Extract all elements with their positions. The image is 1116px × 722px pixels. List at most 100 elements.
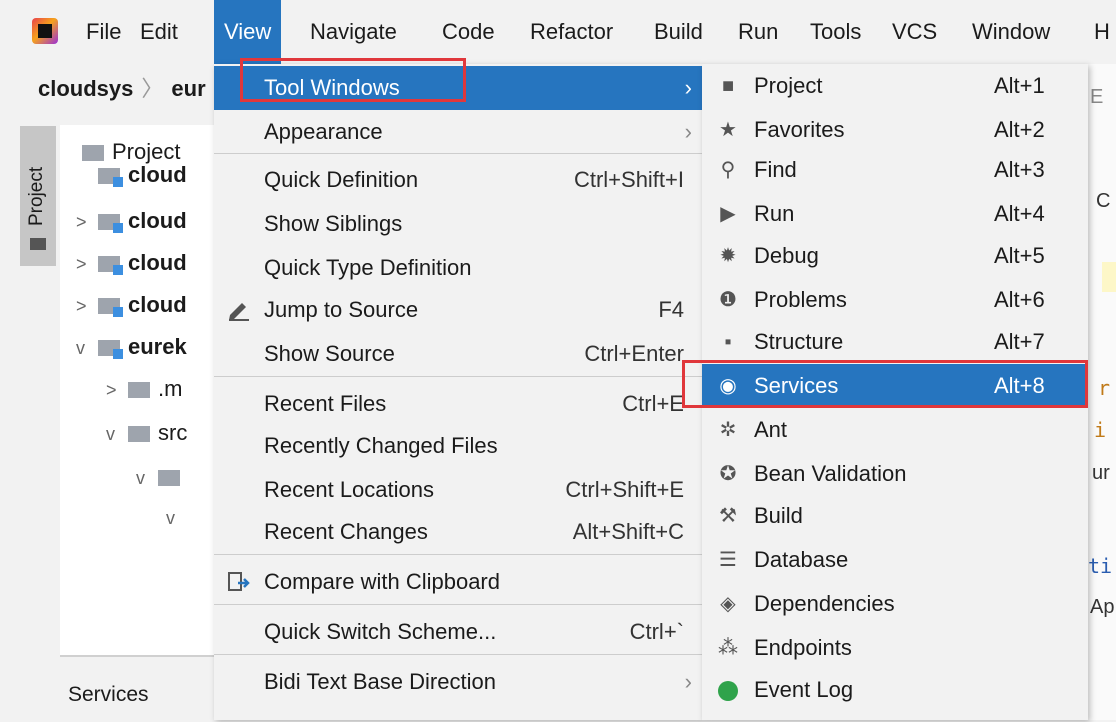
menu-item-shortcut: Alt+8 bbox=[994, 373, 1045, 398]
module-folder-icon bbox=[98, 214, 123, 234]
view-menu-item-recent-changes[interactable]: Recent Changes Alt+Shift+C bbox=[214, 510, 702, 554]
menu-navigate[interactable]: Navigate bbox=[300, 0, 407, 64]
menu-item-label: Recently Changed Files bbox=[264, 433, 498, 458]
tool-window-item-bean-validation[interactable]: ✪ Bean Validation bbox=[702, 452, 1088, 496]
menu-item-shortcut: Alt+2 bbox=[994, 117, 1045, 142]
tree-arrow[interactable]: > bbox=[76, 200, 98, 244]
tree-arrow[interactable]: > bbox=[106, 368, 128, 412]
menu-edit[interactable]: Edit bbox=[130, 0, 188, 64]
project-panel-title: Project bbox=[112, 139, 181, 164]
menu-run[interactable]: Run bbox=[728, 0, 788, 64]
tree-row[interactable]: > cloud bbox=[76, 199, 187, 243]
chevron-right-icon: › bbox=[684, 75, 692, 100]
tool-window-item-favorites[interactable]: ★ Favorites Alt+2 bbox=[702, 108, 1088, 152]
editor-fragment: r bbox=[1098, 376, 1111, 400]
tree-arrow[interactable]: v bbox=[76, 326, 98, 370]
view-menu-item-quick-type-definition[interactable]: Quick Type Definition bbox=[214, 246, 702, 290]
menu-window[interactable]: Window bbox=[962, 0, 1060, 64]
view-menu-item-show-source[interactable]: Show Source Ctrl+Enter bbox=[214, 332, 702, 376]
tool-window-item-services[interactable]: ◉ Services Alt+8 bbox=[702, 364, 1088, 408]
view-menu-item-recently-changed-files[interactable]: Recently Changed Files bbox=[214, 424, 702, 468]
menu-refactor[interactable]: Refactor bbox=[520, 0, 623, 64]
tool-window-item-endpoints[interactable]: ⁂ Endpoints bbox=[702, 626, 1088, 670]
view-menu-item-recent-locations[interactable]: Recent Locations Ctrl+Shift+E bbox=[214, 468, 702, 512]
services-tab[interactable]: Services bbox=[68, 683, 149, 707]
tool-window-item-find[interactable]: ⚲ Find Alt+3 bbox=[702, 148, 1088, 192]
view-menu-item-tool-windows[interactable]: Tool Windows › bbox=[214, 66, 702, 110]
view-menu-item-recent-files[interactable]: Recent Files Ctrl+E bbox=[214, 382, 702, 426]
tree-arrow[interactable]: v bbox=[136, 456, 158, 500]
tool-window-item-run[interactable]: ▶ Run Alt+4 bbox=[702, 192, 1088, 236]
chevron-right-icon: › bbox=[684, 119, 692, 144]
editor-fragment: ti bbox=[1088, 554, 1113, 578]
menu-item-label: Services bbox=[754, 373, 839, 398]
menu-item-label: Debug bbox=[754, 243, 819, 268]
menu-item-label: Jump to Source bbox=[264, 297, 419, 322]
folder-icon bbox=[30, 238, 46, 250]
tree-row-label: eurek bbox=[128, 334, 187, 359]
menu-build[interactable]: Build bbox=[644, 0, 713, 64]
tree-row-label: src bbox=[158, 420, 188, 445]
view-menu-item-show-siblings[interactable]: Show Siblings bbox=[214, 202, 702, 246]
compare-clipboard-icon bbox=[228, 572, 250, 591]
tool-window-item-event-log[interactable]: Event Log bbox=[702, 668, 1088, 712]
menu-item-label: Quick Switch Scheme... bbox=[264, 619, 497, 644]
tree-row[interactable]: v bbox=[136, 455, 188, 499]
menu-item-shortcut: Ctrl+` bbox=[629, 619, 684, 644]
menu-item-label: Structure bbox=[754, 329, 844, 354]
tree-row-label: .m bbox=[158, 376, 183, 401]
tree-row[interactable]: v src bbox=[106, 411, 187, 455]
editor-area[interactable]: E C r i ur ti Ap bbox=[1086, 64, 1116, 720]
tool-window-item-ant[interactable]: ✲ Ant bbox=[702, 408, 1088, 452]
tree-row[interactable]: cloud bbox=[76, 163, 187, 187]
hammer-icon: ⚒ bbox=[719, 505, 737, 527]
view-menu-popup: Tool Windows › Appearance › Quick Defini… bbox=[214, 64, 702, 720]
menu-tools[interactable]: Tools bbox=[800, 0, 871, 64]
menu-view[interactable]: View bbox=[214, 0, 282, 64]
tree-row[interactable]: > cloud bbox=[76, 241, 187, 285]
menu-item-label: Ant bbox=[754, 417, 788, 442]
warning-icon: ❶ bbox=[719, 289, 737, 311]
menu-item-label: Show Siblings bbox=[264, 211, 403, 236]
tree-arrow[interactable]: > bbox=[76, 242, 98, 286]
tree-row[interactable]: v bbox=[166, 495, 188, 539]
menu-code[interactable]: Code bbox=[432, 0, 505, 64]
editor-fragment: C bbox=[1096, 190, 1111, 212]
menu-file[interactable]: File bbox=[76, 0, 131, 64]
menu-item-label: Bean Validation bbox=[754, 461, 907, 486]
view-menu-item-appearance[interactable]: Appearance › bbox=[214, 110, 702, 154]
project-stripe-button[interactable]: Project bbox=[20, 126, 56, 266]
tool-window-item-debug[interactable]: ✹ Debug Alt+5 bbox=[702, 234, 1088, 278]
view-menu-item-quick-definition[interactable]: Quick Definition Ctrl+Shift+I bbox=[214, 158, 702, 202]
tool-window-item-project[interactable]: ■ Project Alt+1 bbox=[702, 64, 1088, 108]
tree-row[interactable]: v eurek bbox=[76, 325, 187, 369]
menu-item-label: Build bbox=[754, 503, 803, 528]
view-menu-item-compare-with-clipboard[interactable]: Compare with Clipboard bbox=[214, 560, 702, 604]
menu-vcs[interactable]: VCS bbox=[882, 0, 947, 64]
menu-item-label: Quick Type Definition bbox=[264, 255, 472, 280]
menu-item-shortcut: Ctrl+Shift+I bbox=[573, 167, 684, 192]
star-icon: ★ bbox=[719, 119, 737, 141]
project-tool-window: Project cloud > cloud > cloud > cloud v eure… bbox=[60, 125, 220, 655]
view-menu-item-jump-to-source[interactable]: Jump to Source F4 bbox=[214, 288, 702, 332]
tree-row[interactable]: > cloud bbox=[76, 283, 187, 327]
menu-item-shortcut: Alt+6 bbox=[994, 287, 1045, 312]
view-menu-item-bidi-text-base-direction[interactable]: Bidi Text Base Direction › bbox=[214, 660, 702, 704]
tool-window-item-dependencies[interactable]: ◈ Dependencies bbox=[702, 582, 1088, 626]
menu-item-label: Project bbox=[754, 73, 823, 98]
tree-arrow[interactable]: v bbox=[106, 412, 128, 456]
menu-item-label: Quick Definition bbox=[264, 167, 419, 192]
tree-row[interactable]: > .m bbox=[106, 367, 182, 411]
tool-window-item-database[interactable]: ☰ Database bbox=[702, 538, 1088, 582]
tool-window-item-build[interactable]: ⚒ Build bbox=[702, 494, 1088, 538]
breadcrumb-root[interactable]: cloudsys bbox=[38, 76, 133, 101]
tool-window-item-structure[interactable]: ▪ Structure Alt+7 bbox=[702, 320, 1088, 364]
menu-help[interactable]: H bbox=[1084, 0, 1116, 64]
dependencies-icon: ◈ bbox=[720, 593, 736, 615]
tool-window-item-problems[interactable]: ❶ Problems Alt+6 bbox=[702, 278, 1088, 322]
tree-arrow[interactable]: > bbox=[76, 284, 98, 328]
tree-arrow[interactable]: v bbox=[166, 496, 188, 540]
view-menu-item-quick-switch-scheme[interactable]: Quick Switch Scheme... Ctrl+` bbox=[214, 610, 702, 654]
breadcrumb-child[interactable]: eur bbox=[171, 76, 205, 101]
menu-item-label: Dependencies bbox=[754, 591, 895, 616]
